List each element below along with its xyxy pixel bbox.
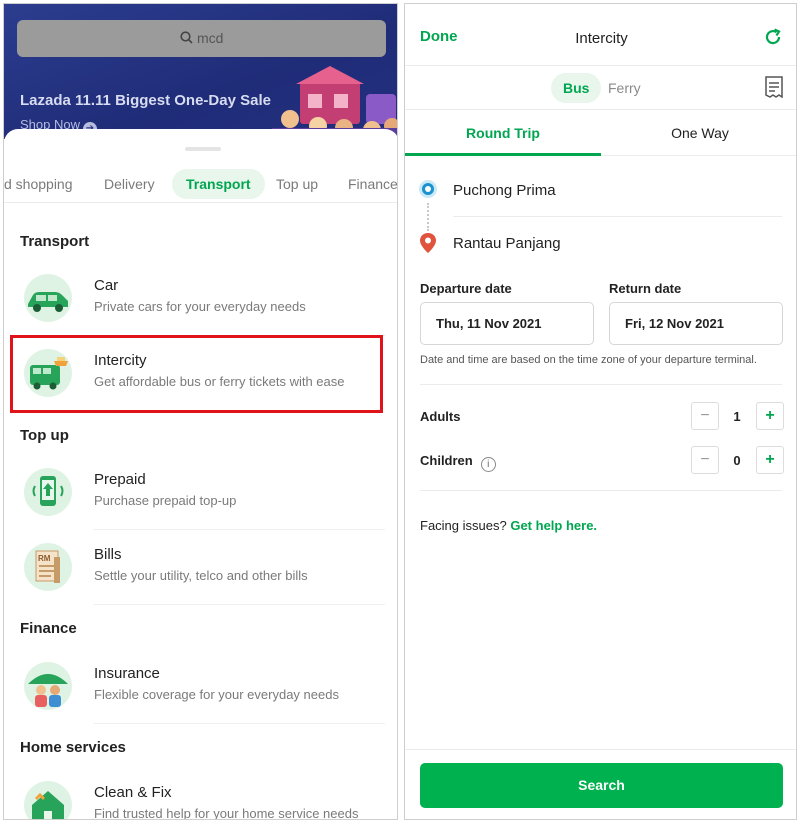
section-title-home-services: Home services [20,739,126,756]
destination-field[interactable]: Rantau Panjang [453,235,561,252]
banner-title: Lazada 11.11 Biggest One-Day Sale [20,92,271,109]
origin-marker-icon [419,180,437,198]
insurance-umbrella-icon [24,662,72,710]
transport-mode-switch: Bus Ferry [405,66,796,110]
route-connector [427,203,429,231]
help-prefix: Facing issues? [420,518,507,533]
service-insurance[interactable]: Insurance Flexible coverage for your eve… [4,654,397,724]
tab-shopping[interactable]: d shopping [4,169,73,199]
service-name: Insurance [94,665,160,682]
service-name: Prepaid [94,471,146,488]
timezone-note: Date and time are based on the time zone… [420,354,757,366]
children-increment-button[interactable]: + [756,446,784,474]
service-bills[interactable]: RM Bills Settle your utility, telco and … [4,535,397,605]
divider [94,604,385,605]
mode-ferry-tab[interactable]: Ferry [608,73,641,103]
service-name: Car [94,277,119,294]
get-help-link[interactable]: Get help here. [510,518,597,533]
service-name: Bills [94,546,122,563]
service-desc: Purchase prepaid top-up [94,493,237,508]
tab-finance[interactable]: Finance [348,169,397,199]
intercity-booking-panel: Done Intercity Bus Ferry Round Trip One … [404,3,797,820]
service-desc: Private cars for your everyday needs [94,299,306,314]
search-bar[interactable]: mcd [17,20,386,57]
tab-round-trip[interactable]: Round Trip [405,110,601,156]
departure-label: Departure date [420,281,512,296]
section-title-top-up: Top up [20,427,69,444]
divider [420,384,782,385]
promo-illustration [272,66,397,139]
mode-bus-tab[interactable]: Bus [551,73,602,103]
service-clean-fix[interactable]: Clean & Fix Find trusted help for your h… [4,773,397,820]
service-prepaid[interactable]: Prepaid Purchase prepaid top-up [4,460,397,530]
service-desc: Find trusted help for your home service … [94,806,359,820]
departure-date-field[interactable]: Thu, 11 Nov 2021 [420,302,594,345]
svg-text:RM: RM [38,554,51,563]
superapp-home-panel: mcd Lazada 11.11 Biggest One-Day Sale Sh… [3,3,398,820]
search-icon [180,31,193,44]
divider [94,529,385,530]
drag-handle[interactable] [185,147,221,151]
children-count: 0 [733,453,741,468]
receipt-icon[interactable] [764,76,784,98]
return-date-field[interactable]: Fri, 12 Nov 2021 [609,302,783,345]
divider [420,490,782,491]
adults-increment-button[interactable]: + [756,402,784,430]
service-desc: Flexible coverage for your everyday need… [94,687,339,702]
promo-banner[interactable]: mcd Lazada 11.11 Biggest One-Day Sale Sh… [4,4,397,139]
car-icon [24,274,72,322]
children-decrement-button[interactable]: − [691,446,719,474]
adults-label: Adults [420,409,461,424]
return-label: Return date [609,281,682,296]
footer: Search [405,749,796,819]
help-text: Facing issues? Get help here. [420,518,597,533]
header: Done Intercity [405,4,796,66]
tab-one-way[interactable]: One Way [602,110,796,156]
divider [453,216,782,217]
phone-topup-icon [24,468,72,516]
service-car[interactable]: Car Private cars for your everyday needs [4,266,397,336]
search-button[interactable]: Search [420,763,783,808]
bill-icon: RM [24,543,72,591]
adults-count: 1 [733,409,741,424]
service-desc: Settle your utility, telco and other bil… [94,568,308,583]
destination-pin-icon [420,233,436,253]
children-row-label: Children i [420,453,496,472]
trip-type-tabs: Round Trip One Way [405,110,796,156]
refresh-icon[interactable] [764,28,782,46]
category-tabs: d shopping Delivery Transport Top up Fin… [4,169,397,203]
tab-delivery[interactable]: Delivery [104,169,155,199]
divider [94,723,385,724]
section-title-finance: Finance [20,620,77,637]
section-title-transport: Transport [20,233,90,250]
adults-decrement-button[interactable]: − [691,402,719,430]
origin-field[interactable]: Puchong Prima [453,182,556,199]
children-label: Children [420,453,473,468]
highlight-box [10,335,383,413]
info-icon[interactable]: i [480,457,496,472]
house-tools-icon [24,781,72,819]
search-query: mcd [197,30,224,46]
tab-transport[interactable]: Transport [172,169,265,199]
tab-top-up[interactable]: Top up [276,169,318,199]
page-title: Intercity [575,30,628,47]
service-name: Clean & Fix [94,784,172,801]
